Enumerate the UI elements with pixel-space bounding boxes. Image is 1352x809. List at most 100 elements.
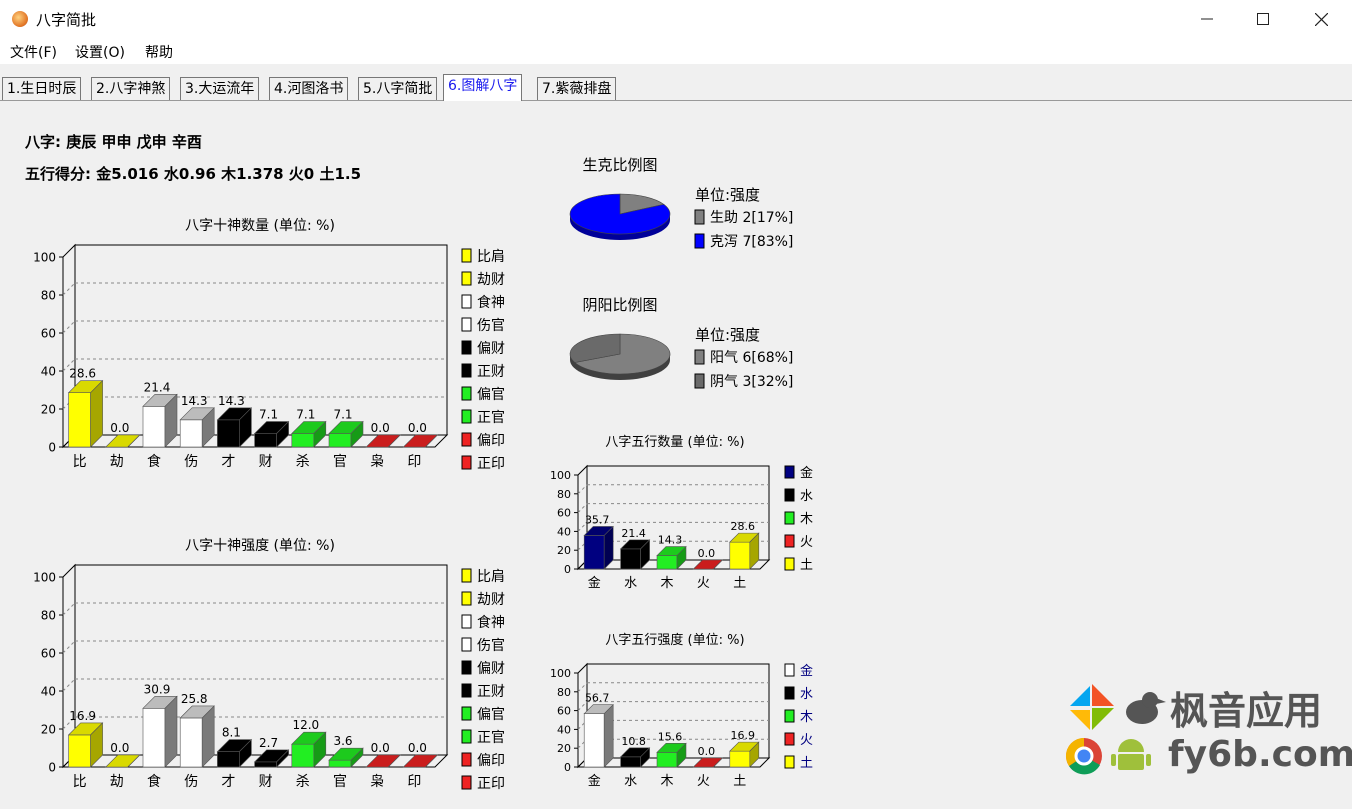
maximize-button[interactable]	[1234, 0, 1292, 38]
wuxing-score-value: 金5.016 水0.96 木1.378 火0 土1.5	[96, 165, 362, 183]
y-tick-label: 80	[41, 288, 56, 302]
bar-value-label: 2.7	[259, 736, 278, 750]
legend-item: 食神	[461, 294, 505, 311]
legend-swatch	[784, 488, 795, 502]
x-tick-label: 伤	[184, 454, 198, 470]
legend-swatch	[694, 349, 705, 365]
legend-swatch	[461, 683, 472, 698]
legend-label: 正官	[477, 730, 505, 746]
bar-front	[620, 756, 641, 768]
bar-3	[179, 407, 215, 448]
legend-swatch	[784, 465, 795, 479]
bar-front	[328, 433, 352, 448]
legend-label: 正印	[477, 456, 505, 472]
bar-front	[68, 734, 91, 768]
legend-item: 偏官	[461, 706, 505, 723]
legend-item: 土	[784, 557, 813, 573]
legend-label: 正印	[477, 776, 505, 792]
legend-label: 火	[800, 535, 813, 550]
bar-3	[179, 705, 215, 768]
bazi-line: 八字: 庚辰 甲申 戊申 辛酉	[25, 131, 202, 152]
x-tick-label: 比	[73, 454, 87, 470]
legend-swatch	[461, 729, 472, 744]
tab-dayun-liunian[interactable]: 3.大运流年	[180, 77, 260, 100]
bar-front	[583, 535, 605, 570]
legend-item: 生助 2[17%]	[694, 209, 793, 226]
legend-item: 伤官	[461, 637, 505, 654]
legend-item: 偏财	[461, 660, 505, 677]
bar-front	[68, 392, 91, 448]
minimize-button[interactable]	[1178, 0, 1236, 38]
pie-unit-label: 单位:强度	[695, 186, 760, 204]
legend-item: 比肩	[461, 568, 505, 585]
tab-hetu-luoshu[interactable]: 4.河图洛书	[269, 77, 349, 100]
bar-value-label: 7.1	[333, 408, 352, 422]
x-tick-label: 才	[221, 454, 235, 470]
bazi-label: 八字:	[25, 133, 61, 151]
legend-item: 劫财	[461, 271, 505, 288]
legend-item: 正印	[461, 775, 505, 792]
legend-item: 土	[784, 755, 813, 771]
bar-2	[142, 393, 178, 448]
bar-value-label: 0.0	[110, 741, 129, 755]
bar-side	[603, 703, 614, 768]
chart-title: 八字五行强度 (单位: %)	[605, 632, 744, 648]
legend-swatch	[461, 294, 472, 309]
legend-item: 火	[784, 534, 813, 550]
chrome-logo-icon	[1065, 738, 1102, 775]
legend-swatch	[461, 340, 472, 355]
legend-label: 阳气 6[68%]	[710, 350, 793, 366]
legend-label: 伤官	[477, 638, 505, 654]
legend-label: 木	[800, 710, 813, 725]
legend-label: 食神	[477, 614, 505, 631]
legend-swatch	[461, 317, 472, 332]
legend-item: 木	[784, 709, 813, 725]
bar-2	[656, 742, 687, 768]
y-tick-label: 100	[33, 250, 56, 264]
tab-bazi-shensha[interactable]: 2.八字神煞	[91, 77, 171, 100]
legend-item: 金	[784, 465, 813, 481]
x-tick-label: 火	[697, 576, 710, 591]
wuxing-count-chart: 八字五行数量 (单位: %) 0 20 40 60 80 100 35.7 金 21.4 水 14.3…	[550, 435, 813, 591]
x-tick-label: 劫	[110, 454, 124, 470]
y-tick-label: 20	[41, 722, 56, 736]
bar-4	[729, 532, 760, 570]
legend-item: 食神	[461, 614, 505, 631]
bar-9	[402, 434, 439, 448]
chart-title: 八字十神数量 (单位: %)	[185, 218, 335, 234]
tab-bazi-jianpi[interactable]: 5.八字简批	[358, 77, 438, 100]
bar-value-label: 3.6	[333, 734, 352, 748]
y-tick-label: 60	[557, 705, 571, 718]
shengke-pie-chart: 生克比例图单位:强度生助 2[17%] 克泻 7[83%]	[569, 156, 793, 250]
x-tick-label: 印	[407, 454, 421, 470]
bazi-value: 庚辰 甲申 戊申 辛酉	[66, 133, 202, 151]
back-wall	[74, 244, 448, 436]
menu-file[interactable]: 文件(F)	[10, 42, 57, 62]
legend-label: 伤官	[477, 318, 505, 334]
close-button[interactable]	[1292, 0, 1350, 38]
chart-title: 八字五行数量 (单位: %)	[605, 435, 744, 450]
legend-swatch	[694, 209, 705, 225]
bar-value-label: 28.6	[69, 367, 96, 381]
legend-label: 正财	[477, 684, 505, 700]
shishen-strength-chart: 八字十神强度 (单位: %) 0 20 40 60 80 100 16.9 比 0.0 劫 30.9 食…	[33, 538, 505, 792]
tab-birthday[interactable]: 1.生日时辰	[2, 77, 82, 100]
menu-settings[interactable]: 设置(O)	[75, 42, 125, 62]
legend-item: 木	[784, 511, 813, 527]
x-tick-label: 杀	[296, 774, 310, 790]
bar-top	[365, 434, 401, 448]
bar-0	[583, 703, 614, 768]
legend-item: 正官	[461, 729, 505, 746]
bar-value-label: 16.9	[69, 709, 96, 723]
tab-tujie-bazi[interactable]: 6.图解八字	[443, 74, 523, 101]
legend-item: 阳气 6[68%]	[694, 349, 793, 366]
legend-swatch	[694, 373, 705, 389]
legend-label: 偏财	[477, 341, 505, 357]
bar-0	[583, 525, 614, 570]
menu-help[interactable]: 帮助	[145, 42, 173, 62]
legend-item: 偏印	[461, 752, 505, 769]
tab-ziwei-paipan[interactable]: 7.紫薇排盘	[537, 77, 617, 100]
legend-swatch	[461, 752, 472, 767]
y-tick-label: 0	[564, 563, 571, 576]
legend-label: 水	[800, 489, 813, 504]
